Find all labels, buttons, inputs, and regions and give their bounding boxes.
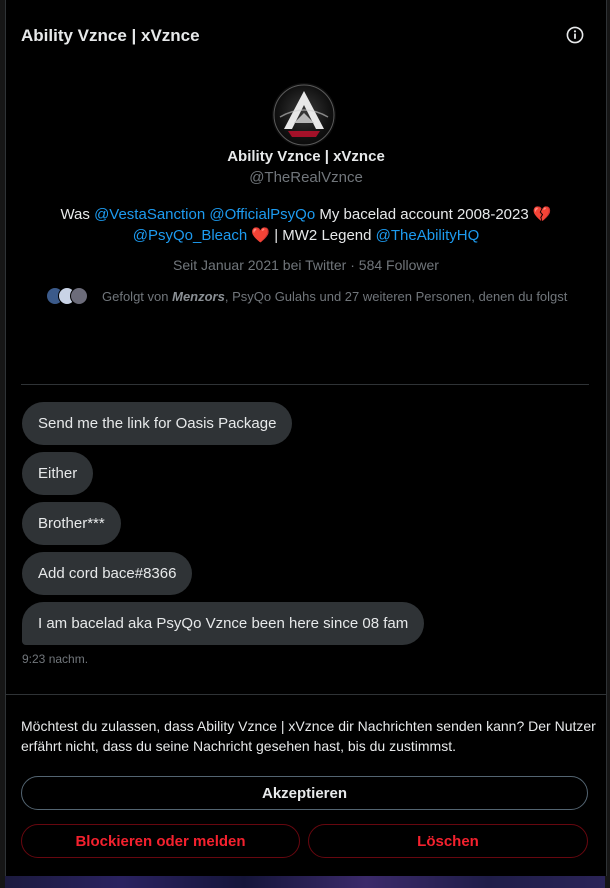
follower-avatar	[70, 287, 88, 305]
delete-button[interactable]: Löschen	[308, 824, 588, 858]
message-bubble[interactable]: Brother***	[22, 502, 121, 545]
profile-meta: Seit Januar 2021 bei Twitter · 584 Follo…	[6, 257, 606, 273]
background-wallpaper	[0, 876, 610, 888]
profile-name[interactable]: Ability Vznce | xVznce	[6, 148, 606, 165]
info-icon[interactable]	[566, 26, 584, 44]
dm-request-panel: Ability Vznce | xVznce Ability Vznce | x…	[5, 0, 607, 876]
message-bubble[interactable]: Add cord bace#8366	[22, 552, 193, 595]
bio-text: | MW2 Legend	[270, 227, 376, 244]
request-prompt: Möchtest du zulassen, dass Ability Vznce…	[21, 718, 596, 754]
avatar[interactable]	[272, 83, 336, 147]
meta-separator: ·	[350, 257, 355, 273]
accept-button[interactable]: Akzeptieren	[21, 776, 588, 810]
divider	[21, 384, 589, 385]
bio-text: Was	[60, 206, 95, 223]
followed-by-row[interactable]: Gefolgt von Menzors, PsyQo Gulahs und 27…	[46, 287, 567, 305]
message-bubble[interactable]: I am bacelad aka PsyQo Vznce been here s…	[22, 602, 425, 645]
divider	[6, 694, 606, 695]
mention-link[interactable]: @VestaSanction	[94, 206, 205, 223]
mention-link[interactable]: @TheAbilityHQ	[376, 227, 480, 244]
message-timestamp: 9:23 nachm.	[22, 652, 89, 666]
bio-text: My bacelad account 2008-2023	[315, 206, 533, 223]
mention-link[interactable]: @OfficialPsyQo	[209, 206, 315, 223]
heart-icon: ❤️	[251, 227, 271, 244]
profile-handle: @TheRealVznce	[249, 169, 363, 186]
followed-by-rest: , PsyQo Gulahs und 27 weiteren Personen,…	[224, 288, 568, 304]
conversation-title: Ability Vznce | xVznce	[21, 26, 200, 45]
message-bubble[interactable]: Send me the link for Oasis Package	[22, 402, 293, 445]
message-bubble[interactable]: Either	[22, 452, 94, 495]
joined-date: Seit Januar 2021 bei Twitter	[173, 257, 347, 273]
broken-heart-icon: 💔	[532, 206, 552, 223]
mention-link[interactable]: @PsyQo_Bleach	[133, 227, 247, 244]
followed-by-prefix: Gefolgt von	[102, 288, 173, 304]
follower-count[interactable]: 584 Follower	[359, 257, 439, 273]
followed-by-text: Gefolgt von Menzors, PsyQo Gulahs und 27…	[102, 289, 567, 304]
block-or-report-button[interactable]: Blockieren oder melden	[21, 824, 300, 858]
followed-by-name: Menzors	[172, 288, 225, 304]
profile-bio: Was @VestaSanction @OfficialPsyQo My bac…	[36, 204, 576, 246]
